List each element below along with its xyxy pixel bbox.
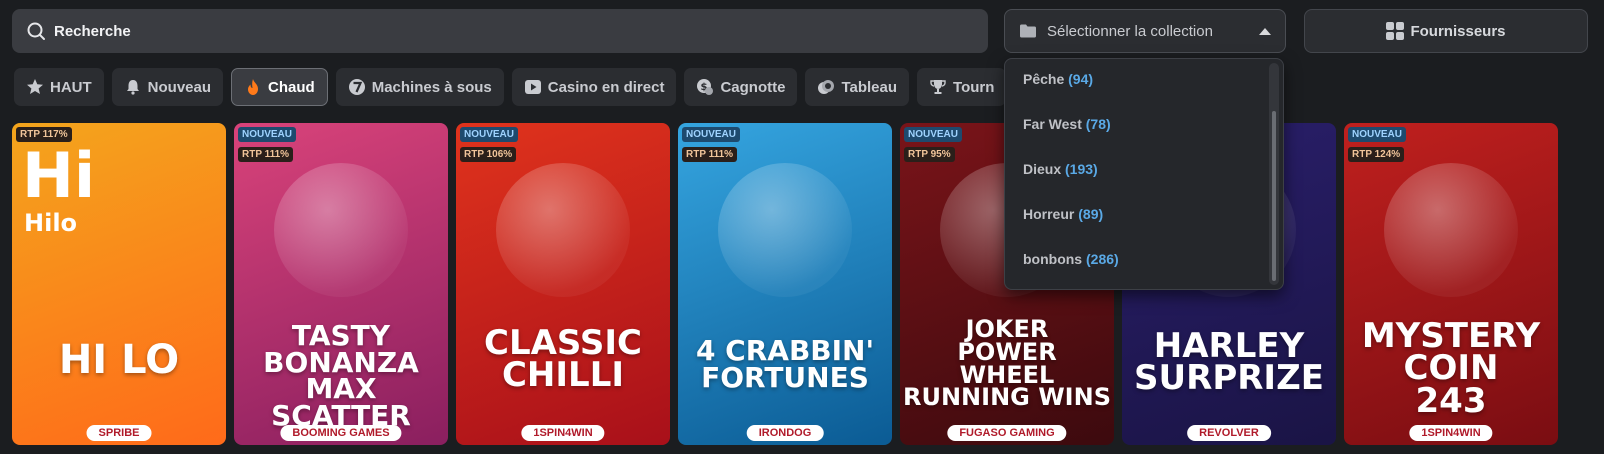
collection-option[interactable]: Far West (78) [1023, 116, 1111, 132]
play-icon [524, 78, 542, 96]
collection-option[interactable]: Pêche (94) [1023, 71, 1093, 87]
tab-casino-en-direct[interactable]: Casino en direct [512, 68, 677, 106]
provider-badge: IRONDOG [747, 425, 824, 441]
grid-icon [1386, 22, 1404, 40]
collection-option[interactable]: Horreur (89) [1023, 206, 1103, 222]
new-badge: NOUVEAU [460, 127, 518, 142]
chevron-up-icon [1259, 28, 1271, 35]
option-count: (89) [1078, 206, 1103, 222]
game-card[interactable]: NOUVEAU RTP 111% 4 CRABBIN' FORTUNES IRONDO… [678, 123, 892, 445]
collection-select[interactable]: Sélectionner la collection [1004, 9, 1286, 53]
rtp-badge: RTP 111% [682, 147, 737, 162]
scroll-thumb[interactable] [1272, 111, 1276, 281]
game-card[interactable]: NOUVEAU RTP 111% TASTY BONANZA MAX SCATTER… [234, 123, 448, 445]
search-input[interactable]: Recherche [12, 9, 988, 53]
game-artwork [496, 163, 630, 297]
option-label: Pêche [1023, 71, 1064, 87]
search-placeholder: Recherche [54, 23, 131, 40]
provider-badge: BOOMING GAMES [280, 425, 401, 441]
game-title: HARLEY SURPRIZE [1122, 330, 1336, 395]
option-count: (78) [1086, 116, 1111, 132]
collection-option[interactable]: Dieux (193) [1023, 161, 1098, 177]
game-artwork [1384, 163, 1518, 297]
dropdown-scrollbar[interactable] [1269, 63, 1279, 285]
trophy-icon [929, 78, 947, 96]
option-count: (286) [1086, 251, 1119, 267]
game-card[interactable]: RTP 117%HiHiloHI LOSPRIBE [12, 123, 226, 445]
provider-badge: FUGASO GAMING [947, 425, 1066, 441]
bell-icon [124, 78, 142, 96]
category-tabs: HAUT Nouveau Chaud Machines à sous Casino en… [14, 68, 1056, 106]
tab-tourn[interactable]: Tourn [917, 68, 1006, 106]
rtp-badge: RTP 106% [460, 147, 516, 162]
tab-label: Chaud [268, 79, 315, 96]
option-count: (193) [1065, 161, 1098, 177]
provider-badge: 1SPIN4WIN [1409, 425, 1492, 441]
chips-icon [817, 78, 835, 96]
game-title: CLASSIC CHILLI [456, 327, 670, 392]
tab-label: Tableau [841, 79, 897, 96]
option-label: Far West [1023, 116, 1082, 132]
tab-label: Machines à sous [372, 79, 492, 96]
tab-haut[interactable]: HAUT [14, 68, 104, 106]
tab-label: Cagnotte [720, 79, 785, 96]
flame-icon [244, 78, 262, 96]
game-artwork [274, 163, 408, 297]
game-title: HI LO [12, 341, 226, 379]
rtp-badge: RTP 95% [904, 147, 955, 162]
new-badge: NOUVEAU [1348, 127, 1406, 142]
tab-cagnotte[interactable]: $ Cagnotte [684, 68, 797, 106]
provider-badge: 1SPIN4WIN [521, 425, 604, 441]
game-card[interactable]: NOUVEAU RTP 106% CLASSIC CHILLI 1SPIN4WIN [456, 123, 670, 445]
tab-nouveau[interactable]: Nouveau [112, 68, 223, 106]
seven-icon [348, 78, 366, 96]
tab-label: Tourn [953, 79, 994, 96]
game-artwork [718, 163, 852, 297]
collection-option[interactable]: bonbons (286) [1023, 251, 1119, 267]
providers-button[interactable]: Fournisseurs [1304, 9, 1588, 53]
game-title: MYSTERY COIN 243 [1344, 320, 1558, 417]
option-count: (94) [1068, 71, 1093, 87]
tab-machines-sous[interactable]: Machines à sous [336, 68, 504, 106]
game-title: JOKER POWER WHEEL RUNNING WINS [900, 318, 1114, 409]
folder-icon [1019, 23, 1037, 39]
new-badge: NOUVEAU [238, 127, 296, 142]
tab-label: Nouveau [148, 79, 211, 96]
new-badge: NOUVEAU [682, 127, 740, 142]
star-icon [26, 78, 44, 96]
collection-label: Sélectionner la collection [1047, 23, 1259, 40]
option-label: Dieux [1023, 161, 1061, 177]
providers-label: Fournisseurs [1410, 23, 1505, 40]
collection-dropdown: Pêche (94) Far West (78) Dieux (193) Horreu… [1004, 58, 1284, 290]
tab-tableau[interactable]: Tableau [805, 68, 909, 106]
tab-label: Casino en direct [548, 79, 665, 96]
search-icon [26, 21, 46, 41]
game-title: 4 CRABBIN' FORTUNES [678, 338, 892, 391]
tab-chaud[interactable]: Chaud [231, 68, 328, 106]
game-title: TASTY BONANZA MAX SCATTER [234, 323, 448, 429]
coins-icon: $ [696, 78, 714, 96]
rtp-badge: RTP 124% [1348, 147, 1404, 162]
game-card[interactable]: NOUVEAU RTP 124% MYSTERY COIN 243 1SPIN4WIN [1344, 123, 1558, 445]
tab-label: HAUT [50, 79, 92, 96]
provider-badge: SPRIBE [87, 425, 152, 441]
option-label: bonbons [1023, 251, 1082, 267]
rtp-badge: RTP 111% [238, 147, 293, 162]
game-logo-big: Hi [22, 139, 95, 212]
game-logo-sub: Hilo [24, 209, 77, 237]
option-label: Horreur [1023, 206, 1074, 222]
provider-badge: REVOLVER [1187, 425, 1271, 441]
new-badge: NOUVEAU [904, 127, 962, 142]
